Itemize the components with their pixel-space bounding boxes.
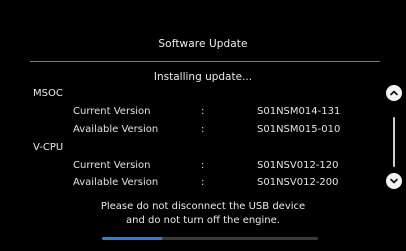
chevron-down-icon <box>390 178 398 184</box>
row-separator: : <box>201 106 205 117</box>
row-label: Current Version <box>73 106 151 117</box>
chevron-up-icon <box>390 90 398 96</box>
scrollbar[interactable] <box>393 117 395 167</box>
row-separator: : <box>201 160 205 171</box>
version-row: Available Version : S01NSV012-200 <box>0 177 380 191</box>
scroll-up-button[interactable] <box>386 85 402 101</box>
row-separator: : <box>201 124 205 135</box>
software-update-screen: Software Update Installing update... MSO… <box>0 0 406 251</box>
scroll-down-button[interactable] <box>386 173 402 189</box>
row-value: S01NSV012-120 <box>257 160 339 171</box>
row-value: S01NSV012-200 <box>257 177 339 188</box>
warning-notice: Please do not disconnect the USB device … <box>0 200 406 228</box>
row-separator: : <box>201 177 205 188</box>
install-progress-bar <box>102 237 318 240</box>
row-value: S01NSM015-010 <box>257 124 341 135</box>
scrollbar-thumb[interactable] <box>393 117 395 167</box>
row-label: Current Version <box>73 160 151 171</box>
row-value: S01NSM014-131 <box>257 106 341 117</box>
version-row: Available Version : S01NSM015-010 <box>0 124 380 138</box>
notice-line-1: Please do not disconnect the USB device <box>100 201 306 212</box>
version-row: Current Version : S01NSM014-131 <box>0 106 380 120</box>
notice-line-2: and do not turn off the engine. <box>126 215 280 226</box>
row-label: Available Version <box>73 177 159 188</box>
version-row: Current Version : S01NSV012-120 <box>0 160 380 174</box>
row-label: Available Version <box>73 124 159 135</box>
progress-fill <box>102 237 163 240</box>
section-label-vcpu: V-CPU <box>33 142 64 153</box>
section-label-msoc: MSOC <box>33 88 63 99</box>
